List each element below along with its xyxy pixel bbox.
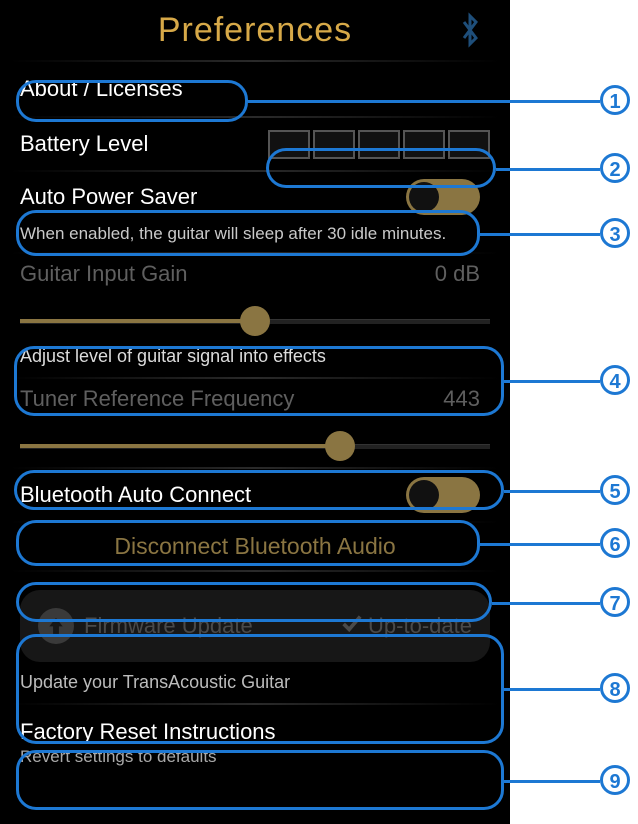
callout-9: 9 [600, 765, 630, 795]
divider [0, 570, 510, 572]
callout-2: 2 [600, 153, 630, 183]
lead-5 [504, 490, 600, 493]
callout-4: 4 [600, 365, 630, 395]
page-title: Preferences [158, 11, 352, 49]
callout-1-box [16, 80, 248, 122]
callout-9-box [16, 750, 504, 810]
bluetooth-icon[interactable] [455, 10, 485, 50]
callout-3-box [16, 210, 480, 256]
lead-6 [480, 543, 600, 546]
aps-label: Auto Power Saver [20, 184, 197, 210]
lead-3 [480, 233, 600, 236]
callout-6-box [16, 520, 480, 566]
slider-knob[interactable] [325, 431, 355, 461]
lead-1 [248, 100, 600, 103]
slider-fill [20, 319, 255, 323]
header: Preferences [0, 0, 510, 60]
callout-6: 6 [600, 528, 630, 558]
lead-7 [492, 602, 600, 605]
lead-2 [496, 168, 600, 171]
callout-8: 8 [600, 673, 630, 703]
slider-fill [20, 444, 340, 448]
lead-9 [504, 780, 600, 783]
callout-4-box [14, 346, 504, 416]
tuner-slider[interactable] [20, 431, 490, 461]
lead-8 [504, 688, 600, 691]
battery-label: Battery Level [20, 131, 148, 157]
callout-1: 1 [600, 85, 630, 115]
gain-slider[interactable] [20, 306, 490, 336]
gain-value: 0 dB [435, 261, 480, 287]
callout-3: 3 [600, 218, 630, 248]
callout-5-box [14, 470, 504, 510]
slider-knob[interactable] [240, 306, 270, 336]
callout-7: 7 [600, 587, 630, 617]
callout-8-box [16, 634, 504, 744]
callout-5: 5 [600, 475, 630, 505]
callout-7-box [16, 582, 492, 622]
lead-4 [504, 380, 600, 383]
gain-row: Guitar Input Gain 0 dB [0, 254, 510, 294]
gain-label: Guitar Input Gain [20, 261, 188, 287]
callout-2-box [266, 148, 496, 188]
